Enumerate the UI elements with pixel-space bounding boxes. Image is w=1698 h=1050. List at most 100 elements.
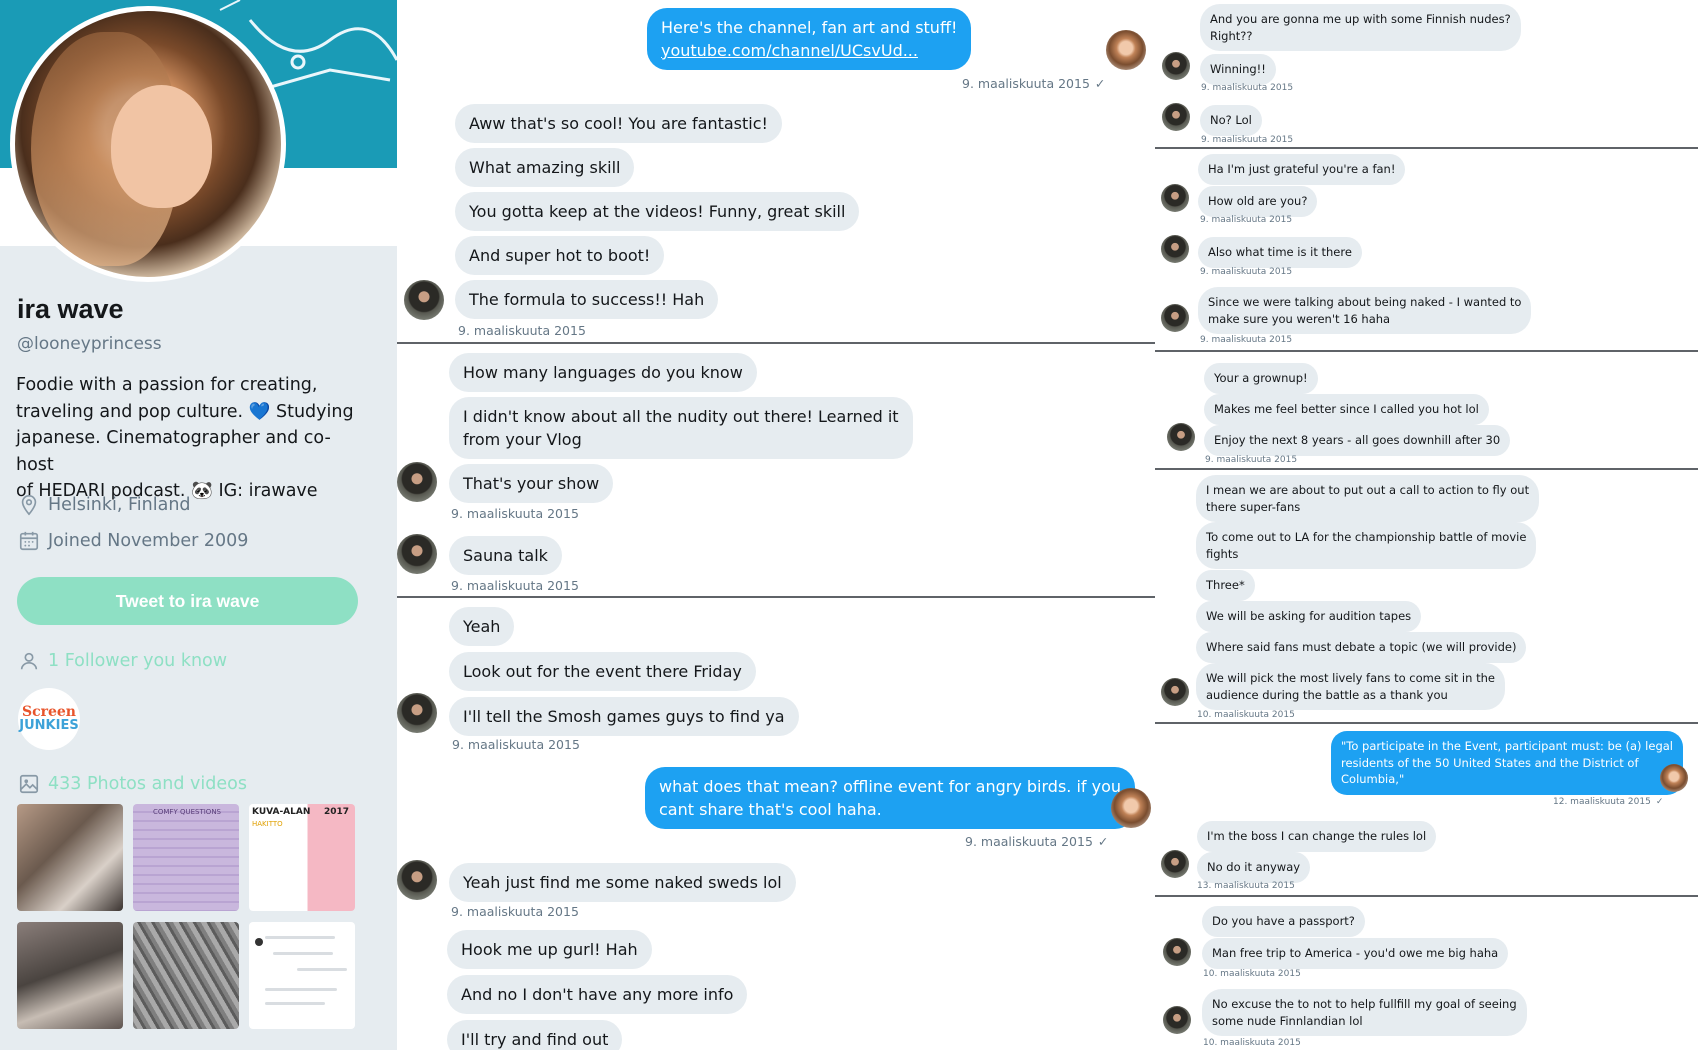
message-bubble-incoming[interactable]: I mean we are about to put out a call to… [1196,475,1540,522]
message-text: And you are gonna me up with some Finnis… [1210,12,1511,26]
chat-column-right[interactable]: And you are gonna me up with some Finnis… [1155,0,1698,1050]
message-bubble-incoming[interactable]: Yeah just find me some naked sweds lol [449,863,796,902]
photos-link[interactable]: 433 Photos and videos [48,774,247,794]
user-avatar[interactable] [1111,788,1151,828]
photo-thumbnail[interactable] [249,922,355,1029]
message-text: Here's the channel, fan art and stuff! [661,18,958,37]
message-text: residents of the 50 United States and th… [1341,755,1639,770]
sender-avatar[interactable] [1161,678,1189,706]
message-bubble-incoming[interactable]: No excuse the to not to help fullfill my… [1202,989,1527,1036]
message-bubble-incoming[interactable]: I'll try and find out [447,1020,623,1050]
message-bubble-incoming[interactable]: And super hot to boot! [455,236,665,275]
sender-avatar[interactable] [1161,235,1189,263]
screenshot-divider [1155,468,1698,470]
location-pin-icon [21,495,37,516]
message-text: cant share that's cool haha. [659,800,882,819]
sender-avatar[interactable] [1163,1006,1191,1034]
screenshot-divider [1155,895,1698,897]
bio-line: Studying [275,401,354,422]
photo-thumbnail[interactable]: KUVA-ALAN 2017 HAKITTO [249,804,355,911]
message-bubble-incoming[interactable]: What amazing skill [455,148,635,187]
bio-line: IG: irawave [218,481,318,501]
photo-thumbnail[interactable] [17,922,123,1029]
sender-avatar[interactable] [1161,304,1189,332]
message-bubble-incoming[interactable]: Man free trip to America - you'd owe me … [1202,938,1509,969]
message-bubble-incoming[interactable]: Hook me up gurl! Hah [447,930,652,969]
message-bubble-incoming[interactable]: Also what time is it there [1198,237,1362,268]
message-bubble-outgoing[interactable]: what does that mean? offline event for a… [645,767,1136,829]
screenjunkies-logo-text: JUNKIES [19,718,79,733]
photos-header[interactable]: 433 Photos and videos [18,773,247,795]
photo-grid: COMFY QUESTIONS KUVA-ALAN 2017 HAKITTO [17,804,359,1029]
sender-avatar[interactable] [1161,850,1189,878]
sender-avatar[interactable] [1161,184,1189,212]
message-text: audience during the battle as a thank yo… [1206,687,1448,702]
thumb-sub: HAKITTO [252,820,283,828]
message-bubble-incoming[interactable]: No? Lol [1200,105,1262,136]
message-bubble-incoming[interactable]: Aww that's so cool! You are fantastic! [455,104,782,143]
user-avatar[interactable] [1660,764,1688,792]
message-bubble-outgoing[interactable]: Here's the channel, fan art and stuff! y… [647,8,972,70]
message-bubble-incoming[interactable]: Winning!! [1200,54,1276,85]
message-bubble-incoming[interactable]: And no I don't have any more info [447,975,748,1014]
user-avatar[interactable] [1106,30,1146,70]
message-timestamp: 9. maaliskuuta 2015 [452,737,580,752]
message-bubble-incoming[interactable]: Three* [1196,570,1255,601]
message-timestamp: 12. maaliskuuta 2015 ✓ [1553,797,1664,807]
sender-avatar[interactable] [1162,52,1190,80]
image-icon [19,774,39,794]
message-bubble-incoming[interactable]: The formula to success!! Hah [455,280,719,319]
message-bubble-incoming[interactable]: How old are you? [1198,186,1318,217]
screenshot-divider [397,596,1155,598]
message-bubble-incoming[interactable]: To come out to LA for the championship b… [1196,522,1537,569]
message-bubble-incoming[interactable]: Look out for the event there Friday [449,652,756,691]
message-bubble-incoming[interactable]: No do it anyway [1197,852,1311,883]
message-timestamp: 9. maaliskuuta 2015 [451,506,579,521]
message-text: make sure you weren't 16 haha [1208,311,1391,326]
message-bubble-incoming[interactable]: I'll tell the Smosh games guys to find y… [449,697,799,736]
profile-handle[interactable]: @looneyprincess [17,334,162,354]
photo-thumbnail[interactable] [133,922,239,1029]
message-bubble-incoming[interactable]: We will pick the most lively fans to com… [1196,663,1505,710]
sender-avatar[interactable] [1167,423,1195,451]
sender-avatar[interactable] [397,693,437,733]
location-text: Helsinki, Finland [48,495,191,515]
profile-avatar[interactable] [10,6,286,282]
chat-column-middle[interactable]: Here's the channel, fan art and stuff! y… [397,0,1155,1050]
sender-avatar[interactable] [397,860,437,900]
message-bubble-incoming[interactable]: Yeah [449,607,515,646]
message-bubble-incoming[interactable]: Do you have a passport? [1202,906,1365,937]
photo-thumbnail[interactable] [17,804,123,911]
screenjunkies-avatar[interactable]: Screen JUNKIES [18,688,80,750]
message-bubble-incoming[interactable]: Sauna talk [449,536,562,575]
message-bubble-incoming[interactable]: Enjoy the next 8 years - all goes downhi… [1204,425,1511,456]
message-bubble-outgoing[interactable]: "To participate in the Event, participan… [1331,731,1683,795]
message-bubble-incoming[interactable]: You gotta keep at the videos! Funny, gre… [455,192,860,231]
message-link[interactable]: youtube.com/channel/UCsvUd... [661,39,957,62]
sender-avatar[interactable] [1162,103,1190,131]
message-bubble-incoming[interactable]: That's your show [449,464,614,503]
message-bubble-incoming[interactable]: Ha I'm just grateful you're a fan! [1198,154,1406,185]
sender-avatar[interactable] [404,280,444,320]
followers-you-know[interactable]: 1 Follower you know [18,650,227,672]
message-bubble-incoming[interactable]: Makes me feel better since I called you … [1204,394,1489,425]
sender-avatar[interactable] [397,462,437,502]
sender-avatar[interactable] [397,534,437,574]
message-bubble-incoming[interactable]: Since we were talking about being naked … [1198,287,1532,334]
screenshot-divider [1155,147,1698,149]
tweet-to-button[interactable]: Tweet to ira wave [17,577,358,625]
message-timestamp: 10. maaliskuuta 2015 [1203,969,1301,979]
message-bubble-incoming[interactable]: I'm the boss I can change the rules lol [1197,821,1437,852]
message-bubble-incoming[interactable]: And you are gonna me up with some Finnis… [1200,4,1521,51]
blue-heart-icon: 💙 [248,401,271,422]
message-bubble-incoming[interactable]: Your a grownup! [1204,363,1318,394]
message-bubble-incoming[interactable]: Where said fans must debate a topic (we … [1196,632,1527,663]
sender-avatar[interactable] [1163,938,1191,966]
message-bubble-incoming[interactable]: We will be asking for audition tapes [1196,601,1422,632]
message-bubble-incoming[interactable]: I didn't know about all the nudity out t… [449,397,913,459]
followers-you-know-link[interactable]: 1 Follower you know [48,651,227,671]
message-timestamp: 9. maaliskuuta 2015 [1200,335,1293,345]
photo-thumbnail[interactable]: COMFY QUESTIONS [133,804,239,911]
message-timestamp: 9. maaliskuuta 2015 [451,904,579,919]
message-bubble-incoming[interactable]: How many languages do you know [449,353,757,392]
